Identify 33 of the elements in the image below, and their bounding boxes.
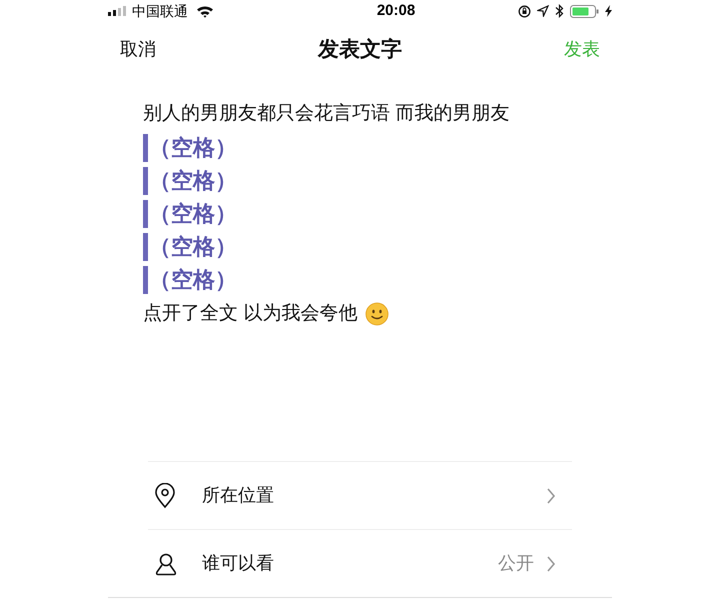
signal-icon: [108, 6, 128, 16]
post-text: 点开了全文 以为我会夸他: [143, 302, 358, 326]
space-placeholder-text: （空格）: [149, 266, 237, 294]
cursor-bar: [143, 134, 148, 162]
bluetooth-icon: [555, 4, 564, 18]
space-placeholder-text: （空格）: [149, 233, 237, 261]
location-arrow-icon: [537, 5, 549, 17]
space-placeholder-text: （空格）: [149, 167, 237, 195]
location-pin-icon: [154, 482, 176, 508]
cursor-bar: [143, 232, 148, 260]
option-row[interactable]: 谁可以看 公开: [148, 530, 572, 597]
space-placeholder-text: （空格）: [149, 200, 237, 228]
chevron-right-icon: [546, 488, 556, 504]
battery-icon: [570, 4, 599, 18]
cursor-bar: [143, 166, 148, 194]
option-label: 所在位置: [202, 484, 274, 507]
option-value: 公开: [498, 552, 534, 575]
clock-time: 20:08: [376, 0, 416, 21]
cursor-bar: [143, 266, 148, 294]
space-placeholder-text: （空格）: [149, 134, 237, 162]
chevron-right-icon: [546, 556, 556, 572]
cancel-button[interactable]: 取消: [120, 36, 156, 63]
post-text: 别人的男朋友都只会花言巧语 而我的男朋友: [143, 102, 510, 126]
charging-bolt-icon: [605, 5, 612, 17]
orientation-lock-icon: [518, 4, 531, 18]
option-row[interactable]: 所在位置: [148, 462, 572, 529]
page-title: 发表文字: [318, 36, 402, 63]
cursor-bar: [143, 200, 148, 228]
person-icon: [154, 552, 178, 576]
smiley-emoji-icon: [365, 302, 390, 326]
option-label: 谁可以看: [202, 552, 274, 575]
carrier-label: 中国联通: [132, 2, 188, 20]
wifi-icon: [196, 4, 214, 18]
